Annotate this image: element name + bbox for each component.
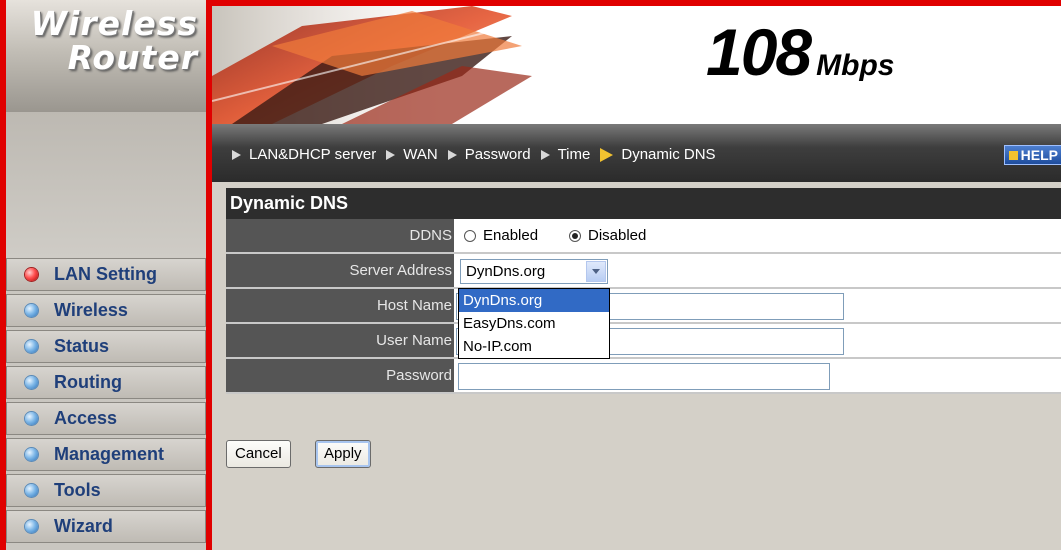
nav-dynamic-dns[interactable]: Dynamic DNS <box>600 146 716 163</box>
sidebar-item-status[interactable]: Status <box>6 330 206 363</box>
sidebar-item-routing[interactable]: Routing <box>6 366 206 399</box>
help-label: HELP <box>1020 147 1058 163</box>
sidebar-item-wizard[interactable]: Wizard <box>6 510 206 543</box>
ddns-value: Enabled Disabled <box>454 219 1061 254</box>
nav-wan[interactable]: WAN <box>386 146 438 163</box>
nav-label: Dynamic DNS <box>621 146 716 163</box>
radio-icon <box>464 229 476 242</box>
dropdown-option-noip[interactable]: No-IP.com <box>459 335 609 358</box>
arrow-icon <box>600 147 614 162</box>
dropdown-option-easydns[interactable]: EasyDns.com <box>459 312 609 335</box>
top-nav-bar: LAN&DHCP server WAN Password Time Dynami… <box>212 124 1061 182</box>
server-address-select[interactable]: DynDns.org <box>460 259 608 284</box>
help-icon <box>1008 150 1018 160</box>
speed-label: 108 Mbps <box>706 14 894 90</box>
sidebar-item-label: Wireless <box>54 300 128 320</box>
apply-button[interactable]: Apply <box>315 440 371 468</box>
speed-unit: Mbps <box>816 49 895 82</box>
arrow-icon <box>540 149 550 160</box>
select-value: DynDns.org <box>466 263 546 280</box>
nav-label: LAN&DHCP server <box>249 146 377 163</box>
bullet-icon <box>25 304 38 317</box>
arrow-icon <box>232 149 241 160</box>
ddns-enabled-radio[interactable]: Enabled <box>464 227 538 244</box>
bullet-icon <box>25 448 38 461</box>
section-title: Dynamic DNS <box>226 188 1061 219</box>
server-address-value: DynDns.org <box>454 254 1061 289</box>
radio-checked-icon <box>569 229 581 242</box>
logo-line-2: Router <box>67 38 198 77</box>
sidebar-item-label: Access <box>54 408 118 428</box>
dropdown-option-dyndns[interactable]: DynDns.org <box>459 289 609 312</box>
sidebar-item-access[interactable]: Access <box>6 402 206 435</box>
bullet-icon <box>25 520 38 533</box>
cancel-button[interactable]: Cancel <box>226 440 291 468</box>
sidebar-item-lan-setting[interactable]: LAN Setting <box>6 258 206 291</box>
sidebar-item-management[interactable]: Management <box>6 438 206 471</box>
help-button[interactable]: HELP <box>1003 145 1061 165</box>
left-spacer <box>0 112 212 258</box>
password-input[interactable] <box>458 363 830 390</box>
nav-label: WAN <box>403 146 438 163</box>
host-name-row: Host Name <box>226 289 1061 324</box>
password-label: Password <box>226 359 454 394</box>
server-address-dropdown: DynDns.org EasyDns.com No-IP.com <box>458 288 610 359</box>
sidebar-item-label: Status <box>54 336 110 356</box>
nav-time[interactable]: Time <box>540 146 591 163</box>
sidebar-item-label: Management <box>54 444 165 464</box>
bullet-icon <box>25 412 38 425</box>
left-column: Wireless Router LAN Setting Wireless Sta… <box>0 0 212 550</box>
arrow-icon <box>447 149 457 160</box>
bullet-icon <box>25 268 38 281</box>
nav-lan-dhcp-server[interactable]: LAN&DHCP server <box>232 146 376 163</box>
ddns-label: DDNS <box>226 219 454 254</box>
password-value <box>454 359 1061 394</box>
header-art <box>212 6 532 124</box>
nav-password[interactable]: Password <box>447 146 531 163</box>
nav-label: Password <box>464 146 531 163</box>
main-content: Dynamic DNS DDNS Enabled Disabled Server… <box>226 188 1061 550</box>
user-name-label: User Name <box>226 324 454 359</box>
user-name-row: User Name <box>226 324 1061 359</box>
radio-label: Disabled <box>588 227 647 244</box>
speed-number: 108 <box>706 15 812 89</box>
header-banner: 108 Mbps <box>212 0 1061 124</box>
sidebar-item-tools[interactable]: Tools <box>6 474 206 507</box>
ddns-row: DDNS Enabled Disabled <box>226 219 1061 254</box>
nav-label: Time <box>557 146 591 163</box>
server-address-label: Server Address <box>226 254 454 289</box>
sidebar-item-label: Routing <box>54 372 122 392</box>
sidebar-item-wireless[interactable]: Wireless <box>6 294 206 327</box>
radio-label: Enabled <box>483 227 539 244</box>
sidebar-item-label: Wizard <box>54 516 113 536</box>
password-row: Password <box>226 359 1061 394</box>
arrow-icon <box>386 149 396 160</box>
brand-logo: Wireless Router <box>0 0 212 112</box>
bullet-icon <box>25 484 38 497</box>
chevron-down-icon[interactable] <box>586 261 606 282</box>
ddns-disabled-radio[interactable]: Disabled <box>569 227 646 244</box>
sidebar-menu: LAN Setting Wireless Status Routing Acce… <box>0 258 212 546</box>
server-address-row: Server Address DynDns.org <box>226 254 1061 289</box>
nav-items: LAN&DHCP server WAN Password Time Dynami… <box>232 146 726 163</box>
host-name-label: Host Name <box>226 289 454 324</box>
sidebar-item-label: Tools <box>54 480 101 500</box>
bullet-icon <box>25 376 38 389</box>
bullet-icon <box>25 340 38 353</box>
sidebar-item-label: LAN Setting <box>54 264 157 284</box>
